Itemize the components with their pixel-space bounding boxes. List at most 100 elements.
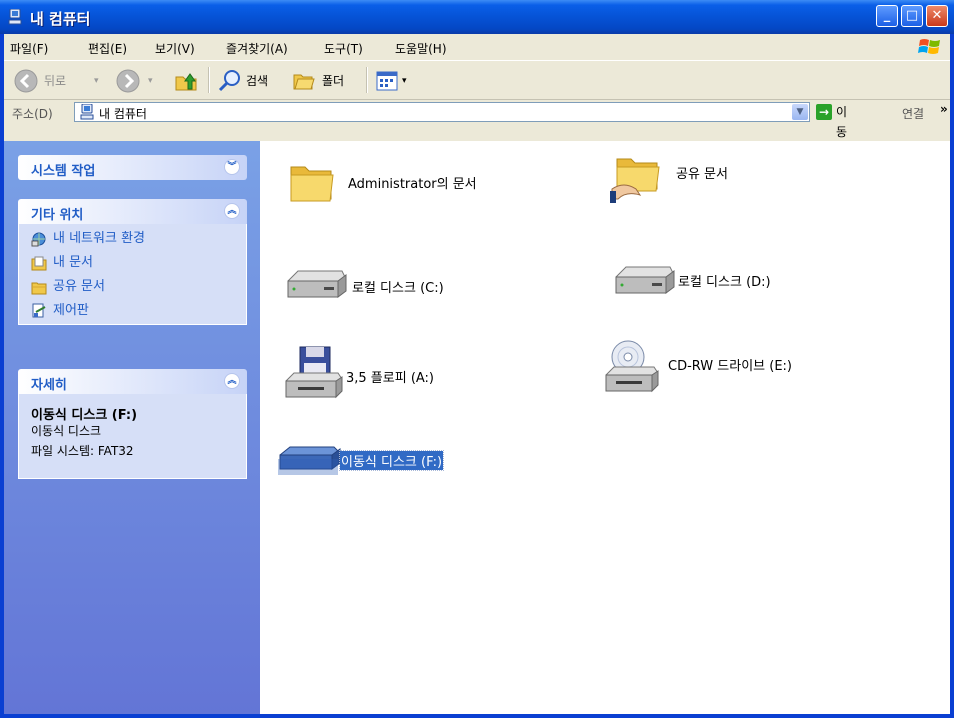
- my-computer-icon: [8, 9, 22, 25]
- details-item-type: 이동식 디스크: [31, 424, 102, 438]
- back-button[interactable]: 뒤로 ▾: [14, 69, 104, 93]
- file-item-local-disk-c[interactable]: 로컬 디스크 (C:): [284, 265, 504, 325]
- menu-view[interactable]: 보기(V): [155, 40, 195, 57]
- link-my-network-label: 내 네트워크 환경: [53, 231, 145, 246]
- views-dropdown-icon[interactable]: ▾: [402, 70, 407, 92]
- removable-disk-icon: [278, 446, 341, 475]
- toolbar-separator: [208, 67, 210, 93]
- task-pane: 시스템 작업 ︾ 기타 위치 ︽ 내 네트워크 환경 내 문서 공유 문서 제어…: [4, 141, 260, 714]
- toolbar: 뒤로 ▾ ▾ 검색 폴더 ▾: [4, 61, 950, 100]
- link-shared-documents-label: 공유 문서: [53, 279, 105, 294]
- back-label: 뒤로: [44, 74, 67, 88]
- control-panel-icon: [32, 303, 46, 318]
- links-label[interactable]: 연결: [902, 105, 924, 122]
- file-label: 3,5 플로피 (A:): [346, 371, 435, 386]
- link-my-documents-label: 내 문서: [53, 255, 94, 270]
- search-button[interactable]: 검색: [218, 70, 282, 92]
- chevron-more-icon[interactable]: »: [940, 102, 948, 116]
- link-control-panel-label: 제어판: [53, 303, 89, 318]
- file-item-shared-documents[interactable]: 공유 문서: [610, 151, 810, 211]
- forward-dropdown-icon[interactable]: ▾: [148, 70, 153, 92]
- collapse-chevron-icon[interactable]: ︽: [224, 373, 240, 389]
- file-label: 로컬 디스크 (C:): [352, 281, 444, 296]
- file-item-cd-rw-e[interactable]: CD-RW 드라이브 (E:): [604, 339, 844, 399]
- back-dropdown-icon[interactable]: ▾: [94, 70, 99, 92]
- address-value: 내 컴퓨터: [99, 107, 147, 121]
- close-button[interactable]: ✕: [926, 5, 948, 27]
- forward-arrow-icon: [116, 69, 140, 93]
- chevron-down-icon: ▼: [796, 107, 804, 117]
- system-tasks-header[interactable]: 시스템 작업 ︾: [18, 155, 247, 180]
- title-bar[interactable]: 내 컴퓨터 _ □ ✕: [0, 0, 954, 34]
- up-folder-icon: [175, 73, 197, 91]
- folder-icon: [290, 166, 334, 202]
- details-item-name: 이동식 디스크 (F:): [31, 408, 138, 423]
- expand-chevron-icon[interactable]: ︾: [224, 159, 240, 175]
- minimize-icon: _: [883, 8, 891, 23]
- views-icon: [376, 71, 398, 91]
- file-item-local-disk-d[interactable]: 로컬 디스크 (D:): [612, 261, 832, 321]
- forward-button[interactable]: ▾: [116, 69, 160, 93]
- other-places-panel: 기타 위치 ︽ 내 네트워크 환경 내 문서 공유 문서 제어판: [18, 199, 247, 325]
- close-icon: ✕: [931, 8, 943, 23]
- toolbar-separator: [366, 67, 368, 93]
- folders-label: 폴더: [322, 74, 345, 88]
- window-bottom-border: [0, 714, 954, 718]
- menu-help[interactable]: 도움말(H): [395, 40, 447, 57]
- windows-logo-icon: [918, 39, 940, 54]
- address-bar: 주소(D) 내 컴퓨터 ▼ → 이동 연결 »: [4, 100, 950, 139]
- menu-favorites[interactable]: 즐겨찾기(A): [226, 40, 288, 57]
- views-button[interactable]: ▾: [376, 70, 412, 92]
- hard-disk-icon: [615, 266, 675, 294]
- link-my-documents[interactable]: 내 문서: [31, 253, 234, 277]
- details-header[interactable]: 자세히 ︽: [18, 369, 247, 394]
- details-body: 이동식 디스크 (F:) 이동식 디스크 파일 시스템: FAT32: [18, 394, 247, 479]
- my-documents-icon: [31, 256, 47, 271]
- shared-folder-small-icon: [31, 282, 47, 295]
- shared-folder-icon: [610, 158, 660, 203]
- window-title: 내 컴퓨터: [30, 10, 91, 28]
- my-computer-small-icon: [80, 104, 94, 120]
- menu-tools[interactable]: 도구(T): [324, 40, 363, 57]
- link-my-network[interactable]: 내 네트워크 환경: [31, 229, 234, 253]
- client-area: 파일(F) 편집(E) 보기(V) 즐겨찾기(A) 도구(T) 도움말(H) 뒤…: [4, 34, 950, 714]
- file-label: CD-RW 드라이브 (E:): [668, 359, 792, 374]
- other-places-title: 기타 위치: [31, 208, 84, 223]
- network-icon: [31, 232, 46, 247]
- maximize-button[interactable]: □: [901, 5, 923, 27]
- file-item-floppy-a[interactable]: 3,5 플로피 (A:): [284, 345, 504, 405]
- file-list-pane: Administrator의 문서 공유 문서 로컬 디스크 (C:) 로컬 디…: [260, 141, 950, 714]
- file-label: Administrator의 문서: [348, 177, 477, 192]
- search-label: 검색: [246, 74, 269, 88]
- hard-disk-icon: [287, 270, 347, 298]
- file-label-selected: 이동식 디스크 (F:): [338, 450, 445, 471]
- details-panel: 자세히 ︽ 이동식 디스크 (F:) 이동식 디스크 파일 시스템: FAT32: [18, 369, 247, 479]
- menu-edit[interactable]: 편집(E): [88, 40, 127, 57]
- menu-bar: 파일(F) 편집(E) 보기(V) 즐겨찾기(A) 도구(T) 도움말(H): [4, 34, 950, 61]
- menu-file[interactable]: 파일(F): [10, 40, 48, 57]
- cd-drive-icon: [605, 340, 659, 393]
- other-places-header[interactable]: 기타 위치 ︽: [18, 199, 247, 224]
- address-input[interactable]: 내 컴퓨터 ▼: [74, 102, 810, 122]
- file-item-removable-f[interactable]: 이동식 디스크 (F:): [278, 441, 518, 501]
- folders-icon: [293, 74, 315, 90]
- up-folder-button[interactable]: [174, 70, 198, 92]
- file-item-admin-documents[interactable]: Administrator의 문서: [288, 157, 568, 217]
- folders-button[interactable]: 폴더: [292, 70, 356, 92]
- explorer-window: 내 컴퓨터 _ □ ✕ 파일(F) 편집(E) 보기(V) 즐겨찾기(A) 도구…: [0, 0, 954, 718]
- details-filesystem: 파일 시스템: FAT32: [31, 444, 134, 458]
- minimize-button[interactable]: _: [876, 5, 898, 27]
- back-arrow-icon: [14, 69, 38, 93]
- collapse-chevron-icon[interactable]: ︽: [224, 203, 240, 219]
- system-tasks-panel: 시스템 작업 ︾: [18, 155, 247, 180]
- file-label: 로컬 디스크 (D:): [678, 275, 771, 290]
- address-dropdown-button[interactable]: ▼: [792, 104, 808, 120]
- link-shared-documents[interactable]: 공유 문서: [31, 277, 234, 301]
- maximize-icon: □: [905, 8, 919, 23]
- address-label: 주소(D): [12, 107, 53, 121]
- system-tasks-title: 시스템 작업: [31, 164, 96, 179]
- file-label: 공유 문서: [676, 167, 728, 182]
- search-icon: [218, 70, 240, 92]
- floppy-drive-icon: [285, 346, 343, 399]
- link-control-panel[interactable]: 제어판: [31, 301, 234, 325]
